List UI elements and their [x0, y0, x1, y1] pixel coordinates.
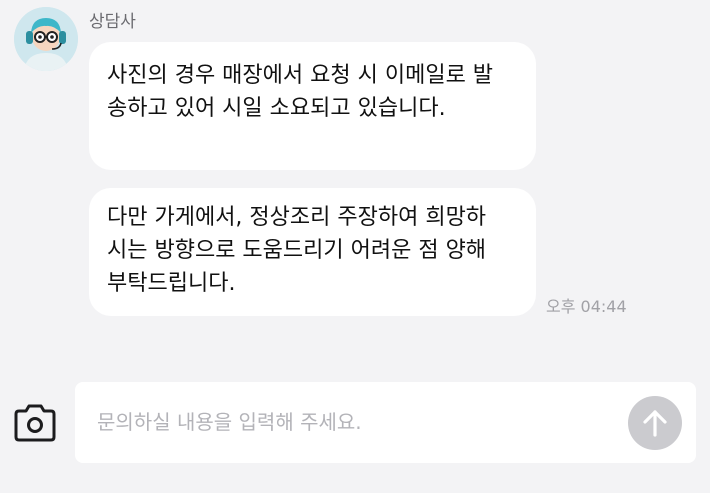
message-line: 다만 가게에서, 정상조리 주장하여 희망하 — [107, 205, 487, 230]
message-composer — [75, 382, 696, 463]
send-button[interactable] — [628, 396, 682, 450]
camera-icon — [14, 404, 56, 442]
camera-button[interactable] — [12, 402, 58, 444]
counselor-avatar-icon — [14, 7, 78, 71]
message-timestamp: 오후 04:44 — [546, 297, 627, 316]
message-line: 시는 방향으로 도움드리기 어려운 점 양해 — [107, 238, 487, 263]
arrow-up-icon — [643, 410, 667, 437]
message-input[interactable] — [97, 404, 617, 440]
counselor-avatar[interactable] — [14, 7, 78, 71]
message-line: 송하고 있어 시일 소요되고 있습니다. — [107, 96, 446, 121]
message-line: 사진의 경우 매장에서 요청 시 이메일로 발 — [107, 63, 494, 88]
message-bubble: 다만 가게에서, 정상조리 주장하여 희망하 시는 방향으로 도움드리기 어려운… — [89, 188, 536, 316]
message-bubble: 사진의 경우 매장에서 요청 시 이메일로 발 송하고 있어 시일 소요되고 있… — [89, 42, 536, 170]
message-line: 부탁드립니다. — [107, 271, 236, 296]
sender-name: 상담사 — [89, 12, 136, 32]
